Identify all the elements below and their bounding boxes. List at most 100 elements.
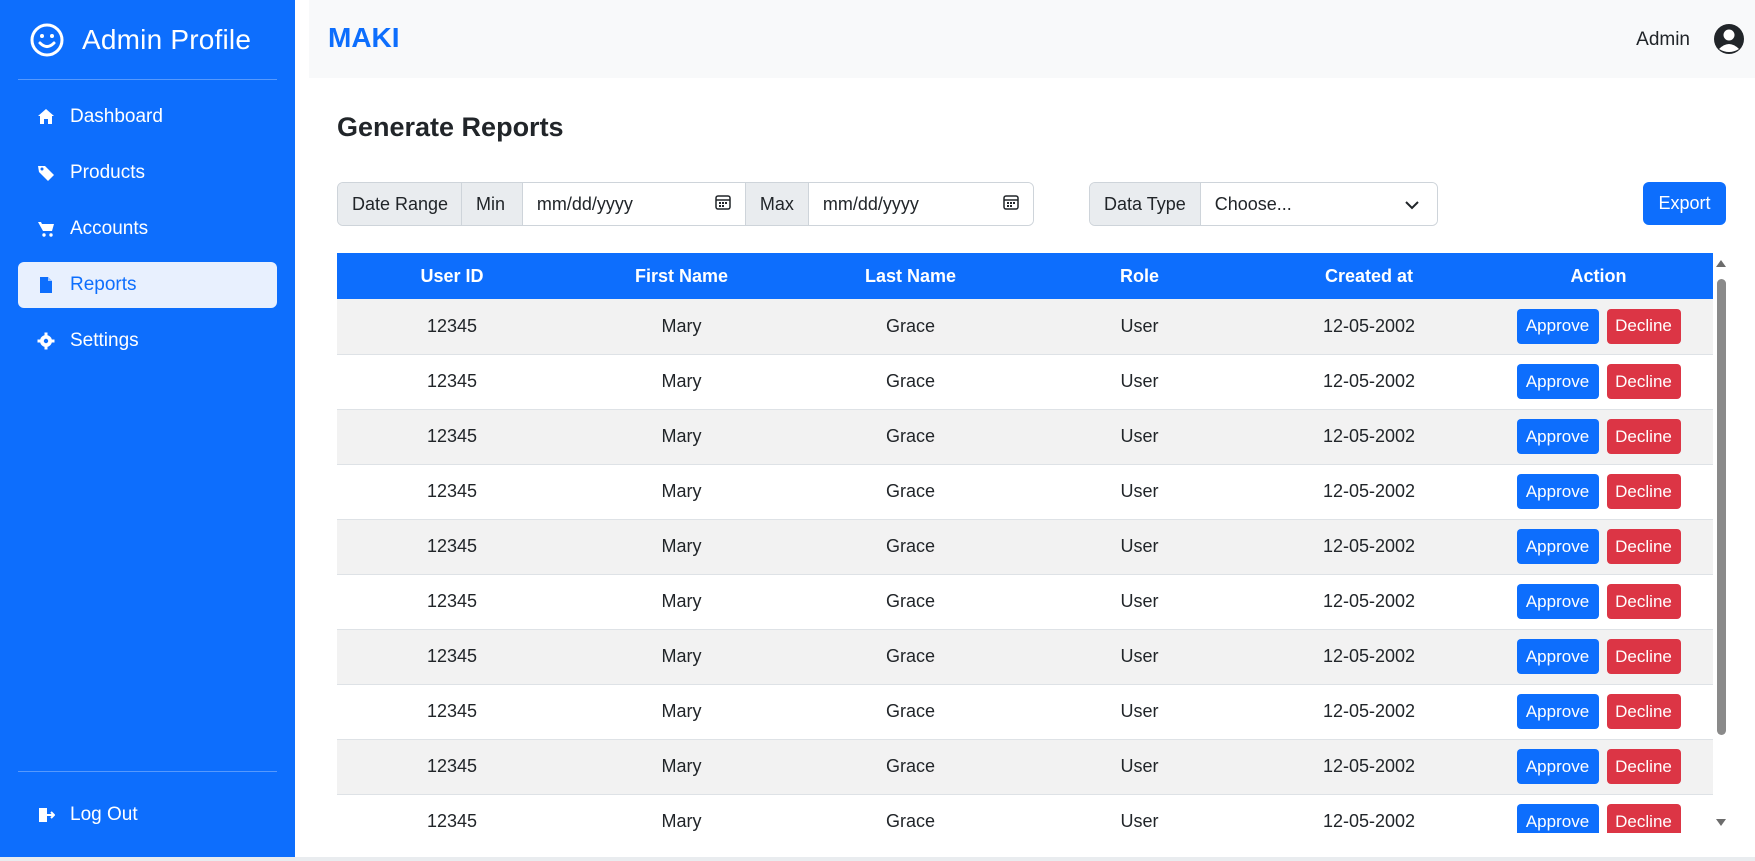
tag-icon <box>36 163 56 183</box>
cell-role: User <box>1120 756 1159 776</box>
cell-role: User <box>1120 536 1159 556</box>
decline-button[interactable]: Decline <box>1606 639 1681 674</box>
approve-button[interactable]: Approve <box>1516 639 1599 674</box>
cell-created-at: 12-05-2002 <box>1322 426 1416 446</box>
export-button[interactable]: Export <box>1643 182 1726 225</box>
user-name[interactable]: Admin <box>1636 29 1690 51</box>
cell-created-at: 12-05-2002 <box>1322 315 1416 336</box>
sidebar-item-accounts[interactable]: Accounts <box>18 206 277 252</box>
decline-button[interactable]: Decline <box>1606 749 1681 784</box>
logout-button[interactable]: Log Out <box>18 792 277 838</box>
max-date-placeholder: mm/dd/yyyy <box>822 193 919 214</box>
approve-button[interactable]: Approve <box>1516 529 1599 564</box>
scroll-down-arrow-icon[interactable] <box>1716 819 1726 826</box>
column-header: Action <box>1570 265 1627 286</box>
cell-action: Approve Decline <box>1484 299 1713 354</box>
user-avatar-icon[interactable] <box>1713 23 1745 55</box>
cell-first-name: Mary <box>661 371 702 391</box>
cell-role: User <box>1120 701 1159 721</box>
approve-button[interactable]: Approve <box>1516 804 1599 833</box>
cell-last-name: Grace <box>885 426 936 446</box>
logout-icon <box>36 805 56 825</box>
cell-first-name: Mary <box>661 756 702 776</box>
cell-role: User <box>1120 811 1159 831</box>
cell-action: Approve Decline <box>1484 794 1713 833</box>
approve-button[interactable]: Approve <box>1516 364 1599 399</box>
cell-last-name: Grace <box>885 315 936 336</box>
calendar-icon[interactable] <box>1003 194 1019 215</box>
data-type-select[interactable]: Choose... <box>1200 183 1437 225</box>
cell-created-at: 12-05-2002 <box>1322 646 1416 666</box>
approve-button[interactable]: Approve <box>1516 749 1599 784</box>
table-row: 12345 Mary Grace User 12-05-2002 Approve… <box>337 519 1713 574</box>
sidebar-item-label: Products <box>70 162 145 183</box>
table-body: 12345 Mary Grace User 12-05-2002 Approve… <box>337 299 1713 833</box>
decline-button[interactable]: Decline <box>1606 364 1681 399</box>
cell-created-at: 12-05-2002 <box>1322 481 1416 501</box>
cell-user-id: 12345 <box>426 646 478 666</box>
cell-action: Approve Decline <box>1484 519 1713 574</box>
column-header: User ID <box>420 265 484 286</box>
cell-action: Approve Decline <box>1484 464 1713 519</box>
sidebar-footer: Log Out <box>18 771 277 838</box>
smiley-icon <box>28 21 66 59</box>
table-row: 12345 Mary Grace User 12-05-2002 Approve… <box>337 464 1713 519</box>
table-header-row: User ID First Name Last Name Role Create… <box>337 253 1713 299</box>
cell-first-name: Mary <box>661 811 702 831</box>
cell-role: User <box>1120 481 1159 501</box>
cell-first-name: Mary <box>661 481 702 501</box>
window-bottom-edge <box>0 857 1755 861</box>
approve-button[interactable]: Approve <box>1516 474 1599 509</box>
file-icon <box>36 275 56 295</box>
cell-created-at: 12-05-2002 <box>1322 371 1416 391</box>
scrollbar-thumb[interactable] <box>1717 279 1726 735</box>
decline-button[interactable]: Decline <box>1606 474 1681 509</box>
cell-role: User <box>1120 315 1159 336</box>
cell-user-id: 12345 <box>426 481 478 501</box>
cell-first-name: Mary <box>661 646 702 666</box>
max-label: Max <box>745 183 809 225</box>
cell-last-name: Grace <box>885 371 936 391</box>
data-type-value: Choose... <box>1214 193 1292 214</box>
approve-button[interactable]: Approve <box>1516 694 1599 729</box>
decline-button[interactable]: Decline <box>1606 308 1681 344</box>
column-header: Last Name <box>864 265 957 286</box>
decline-button[interactable]: Decline <box>1606 694 1681 729</box>
decline-button[interactable]: Decline <box>1606 419 1681 454</box>
cell-last-name: Grace <box>885 481 936 501</box>
app-name[interactable]: MAKI <box>328 22 400 54</box>
sidebar-item-label: Dashboard <box>70 106 163 127</box>
table-row: 12345 Mary Grace User 12-05-2002 Approve… <box>337 739 1713 794</box>
cell-role: User <box>1120 426 1159 446</box>
cell-user-id: 12345 <box>426 426 478 446</box>
logout-label: Log Out <box>70 804 138 825</box>
cell-first-name: Mary <box>661 315 702 336</box>
chevron-down-icon <box>1405 194 1419 215</box>
cell-first-name: Mary <box>661 701 702 721</box>
cell-last-name: Grace <box>885 701 936 721</box>
approve-button[interactable]: Approve <box>1516 584 1599 619</box>
sidebar-item-settings[interactable]: Settings <box>18 318 277 364</box>
decline-button[interactable]: Decline <box>1606 804 1681 833</box>
sidebar-item-dashboard[interactable]: Dashboard <box>18 94 277 140</box>
sidebar-item-label: Accounts <box>70 218 149 239</box>
data-type-label: Data Type <box>1090 183 1201 225</box>
home-icon <box>36 107 56 127</box>
cart-icon <box>36 219 56 239</box>
calendar-icon[interactable] <box>715 194 731 215</box>
max-date-input[interactable]: mm/dd/yyyy <box>808 183 1033 225</box>
approve-button[interactable]: Approve <box>1516 308 1599 344</box>
cell-first-name: Mary <box>661 536 702 556</box>
approve-button[interactable]: Approve <box>1516 419 1599 454</box>
min-date-input[interactable]: mm/dd/yyyy <box>522 183 746 225</box>
decline-button[interactable]: Decline <box>1606 529 1681 564</box>
decline-button[interactable]: Decline <box>1606 584 1681 619</box>
cell-action: Approve Decline <box>1484 684 1713 739</box>
table-row: 12345 Mary Grace User 12-05-2002 Approve… <box>337 684 1713 739</box>
table-scrollbar[interactable] <box>1713 253 1729 833</box>
sidebar-item-reports[interactable]: Reports <box>18 262 277 308</box>
cell-created-at: 12-05-2002 <box>1322 591 1416 611</box>
sidebar-item-products[interactable]: Products <box>18 150 277 196</box>
scroll-up-arrow-icon[interactable] <box>1716 260 1726 267</box>
sidebar-nav: Dashboard Products Accounts Reports Sett… <box>0 94 295 364</box>
